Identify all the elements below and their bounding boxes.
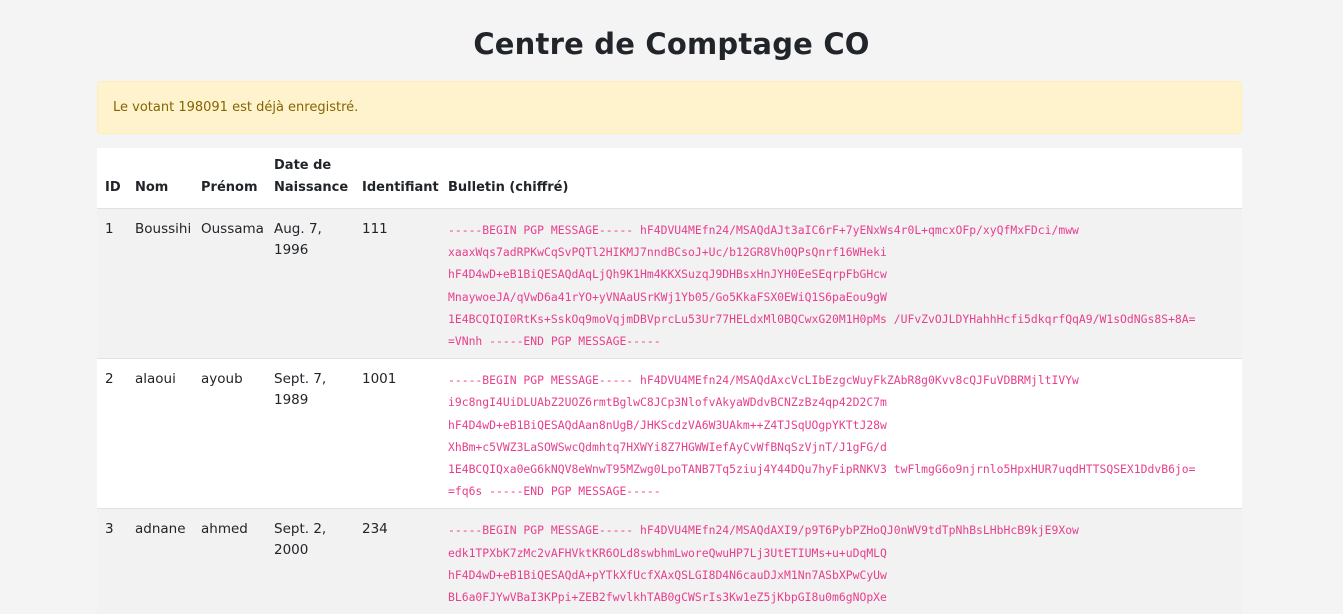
table-header-row: ID Nom Prénom Date de Naissance Identifi… (97, 148, 1242, 209)
ballot-line: hF4D4wD+eB1BiQESAQdAan8nUgB/JHKScdzVA6W3… (448, 417, 887, 432)
page-title: Centre de Comptage CO (473, 27, 870, 61)
cell-identifiant: 111 (354, 207, 440, 359)
cell-nom: Boussihi (127, 207, 193, 359)
cell-prenom: ahmed (193, 508, 266, 614)
header-nom: Nom (127, 148, 193, 209)
voters-table-container: ID Nom Prénom Date de Naissance Identifi… (97, 148, 1242, 614)
header-prenom: Prénom (193, 148, 266, 209)
table-row: 3 adnane ahmed Sept. 2, 2000 234 -----BE… (97, 508, 1242, 614)
cell-id: 2 (97, 358, 127, 509)
header-bulletin: Bulletin (chiffré) (440, 148, 1242, 209)
encrypted-ballot: -----BEGIN PGP MESSAGE----- hF4DVU4MEfn2… (448, 369, 1234, 502)
cell-id: 1 (97, 207, 127, 359)
ballot-line: BL6a0FJYwVBaI3KPpi+ZEB2fwvlkhTAB0gCWSrIs… (448, 590, 887, 605)
cell-date: Sept. 2, 2000 (266, 508, 354, 614)
header-id: ID (97, 148, 127, 209)
ballot-line: -----BEGIN PGP MESSAGE----- hF4DVU4MEfn2… (448, 223, 1079, 237)
cell-nom: adnane (127, 508, 193, 614)
ballot-line: 1E4BCQIQI0RtKs+SskOq9moVqjmDBVprcLu53Ur7… (448, 311, 1196, 326)
table-row: 2 alaoui ayoub Sept. 7, 1989 1001 -----B… (97, 358, 1242, 509)
ballot-line: MnaywoeJA/qVwD6a41rYO+yVNAaUSrKWj1Yb05/G… (448, 289, 887, 304)
ballot-line: edk1TPXbK7zMc2vAFHVktKR6OLd8swbhmLworeQw… (448, 545, 887, 560)
cell-nom: alaoui (127, 358, 193, 509)
ballot-line: =fq6s -----END PGP MESSAGE----- (448, 484, 661, 499)
ballot-line: i9c8ngI4UiDLUAbZ2UOZ6rmtBglwC8JCp3NlofvA… (448, 395, 887, 410)
header-date-naissance: Date de Naissance (266, 148, 354, 209)
cell-bulletin: -----BEGIN PGP MESSAGE----- hF4DVU4MEfn2… (440, 358, 1242, 509)
cell-bulletin: -----BEGIN PGP MESSAGE----- hF4DVU4MEfn2… (440, 207, 1242, 359)
ballot-line: -----BEGIN PGP MESSAGE----- hF4DVU4MEfn2… (448, 373, 1079, 388)
encrypted-ballot: -----BEGIN PGP MESSAGE----- hF4DVU4MEfn2… (448, 519, 1234, 608)
cell-id: 3 (97, 508, 127, 614)
ballot-line: hF4D4wD+eB1BiQESAQdA+pYTkXfUcfXAxQSLGI8D… (448, 567, 887, 582)
ballot-line: =VNnh -----END PGP MESSAGE----- (448, 334, 661, 349)
table-row: 1 Boussihi Oussama Aug. 7, 1996 111 ----… (97, 207, 1242, 359)
ballot-line: -----BEGIN PGP MESSAGE----- hF4DVU4MEfn2… (448, 523, 1079, 538)
cell-prenom: ayoub (193, 358, 266, 509)
cell-date: Aug. 7, 1996 (266, 207, 354, 359)
cell-date: Sept. 7, 1989 (266, 358, 354, 509)
cell-prenom: Oussama (193, 207, 266, 359)
voters-table: ID Nom Prénom Date de Naissance Identifi… (97, 148, 1242, 614)
cell-identifiant: 234 (354, 508, 440, 614)
cell-identifiant: 1001 (354, 358, 440, 509)
alert-message: Le votant 198091 est déjà enregistré. (113, 100, 359, 115)
ballot-line: XhBm+c5VWZ3LaSOWSwcQdmhtq7HXWYi8Z7HGWWIe… (448, 439, 887, 454)
cell-bulletin: -----BEGIN PGP MESSAGE----- hF4DVU4MEfn2… (440, 508, 1242, 614)
encrypted-ballot: -----BEGIN PGP MESSAGE----- hF4DVU4MEfn2… (448, 219, 1234, 352)
warning-alert: Le votant 198091 est déjà enregistré. (97, 81, 1242, 134)
ballot-line: hF4D4wD+eB1BiQESAQdAqLjQh9K1Hm4KKXSuzqJ9… (448, 267, 887, 282)
header-identifiant: Identifiant (354, 148, 440, 209)
ballot-line: xaaxWqs7adRPKwCqSvPQTl2HIKMJ7nndBCsoJ+Uc… (448, 245, 887, 260)
ballot-line: 1E4BCQIQxa0eG6kNQV8eWnwT95MZwg0LpoTANB7T… (448, 462, 1196, 477)
